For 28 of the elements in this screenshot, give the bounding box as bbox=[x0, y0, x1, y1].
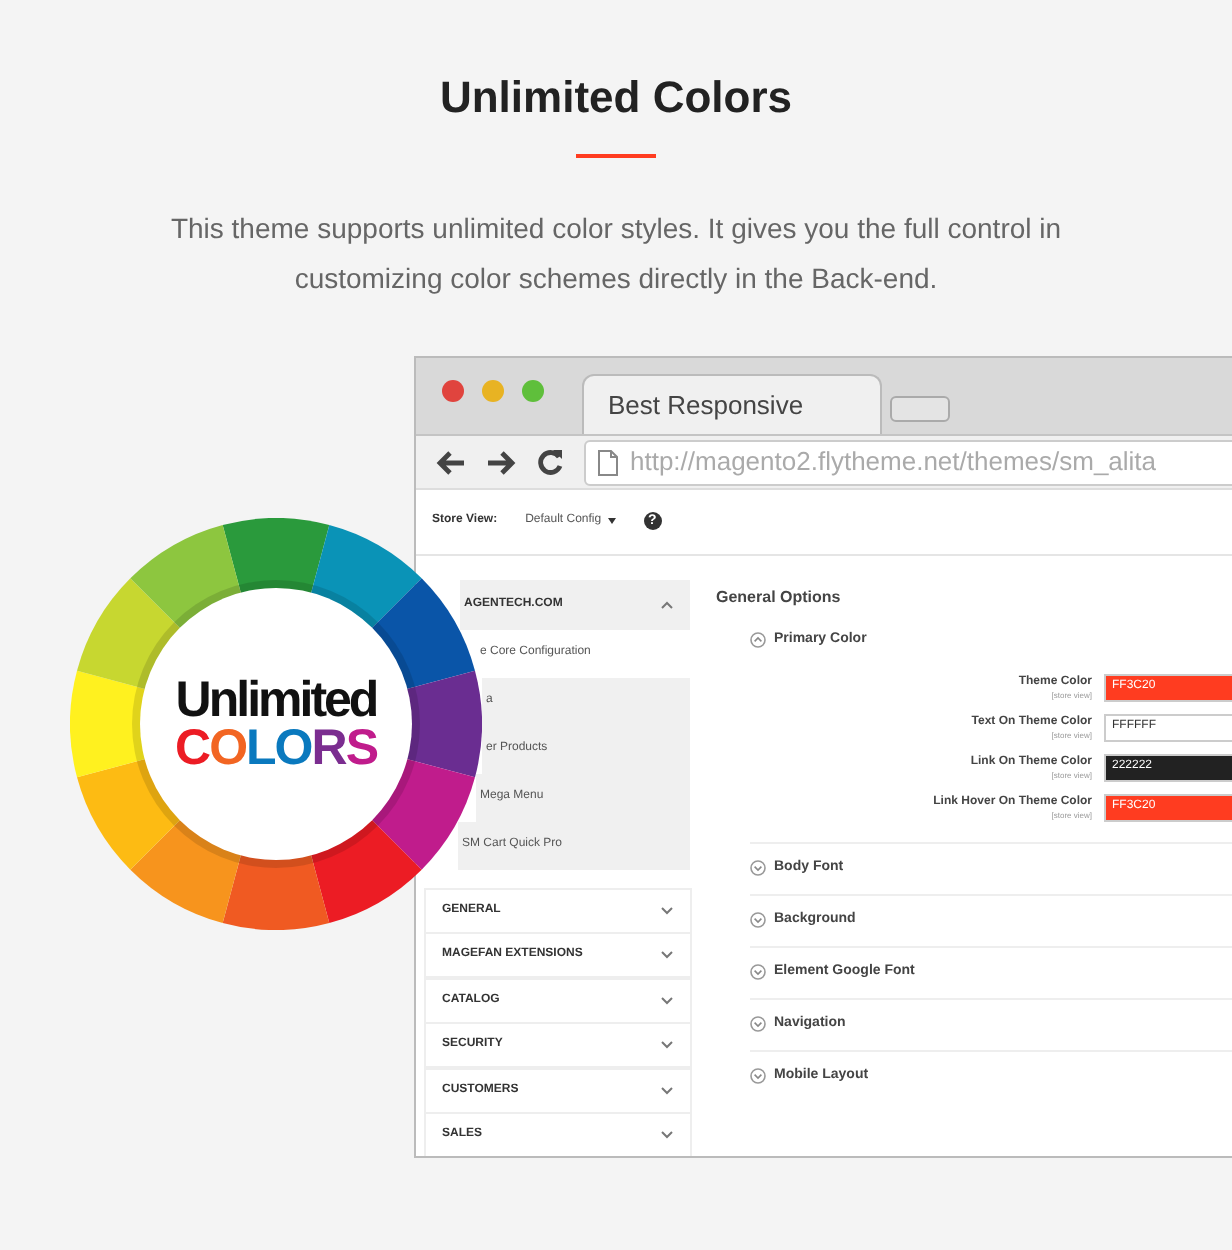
badge-title: Unlimited bbox=[175, 676, 377, 724]
chevron-down-icon bbox=[660, 1130, 674, 1140]
page-icon bbox=[598, 449, 618, 476]
chevron-down-icon bbox=[660, 1040, 674, 1050]
badge-subtitle: COLORS bbox=[175, 724, 377, 772]
browser-tab[interactable]: Best Responsive bbox=[582, 374, 882, 434]
expand-icon bbox=[750, 964, 766, 980]
close-window-button[interactable] bbox=[442, 380, 464, 402]
chevron-down-icon bbox=[660, 1085, 674, 1095]
back-arrow-icon[interactable] bbox=[436, 449, 466, 476]
chevron-down-icon bbox=[660, 950, 674, 960]
expand-icon bbox=[750, 1068, 766, 1084]
expand-icon bbox=[750, 1016, 766, 1032]
options-title: General Options bbox=[716, 585, 843, 610]
expand-icon bbox=[750, 912, 766, 928]
new-tab-button[interactable] bbox=[890, 396, 950, 422]
url-text: http://magento2.flytheme.net/themes/sm_alita bbox=[630, 444, 1157, 481]
section-title: Unlimited Colors bbox=[439, 70, 792, 126]
expand-icon bbox=[750, 860, 766, 876]
forward-arrow-icon[interactable] bbox=[486, 449, 516, 476]
collapse-icon bbox=[750, 632, 766, 648]
chevron-down-icon bbox=[660, 995, 674, 1005]
maximize-window-button[interactable] bbox=[522, 380, 544, 402]
caret-icon bbox=[607, 518, 616, 525]
chevron-up-icon bbox=[660, 599, 674, 609]
chevron-down-icon bbox=[660, 905, 674, 915]
description-text: This theme supports unlimited color styles. It gives you the full control in customizing color schemes directly in the Back-end. bbox=[168, 210, 1064, 298]
reload-icon[interactable] bbox=[536, 448, 564, 477]
